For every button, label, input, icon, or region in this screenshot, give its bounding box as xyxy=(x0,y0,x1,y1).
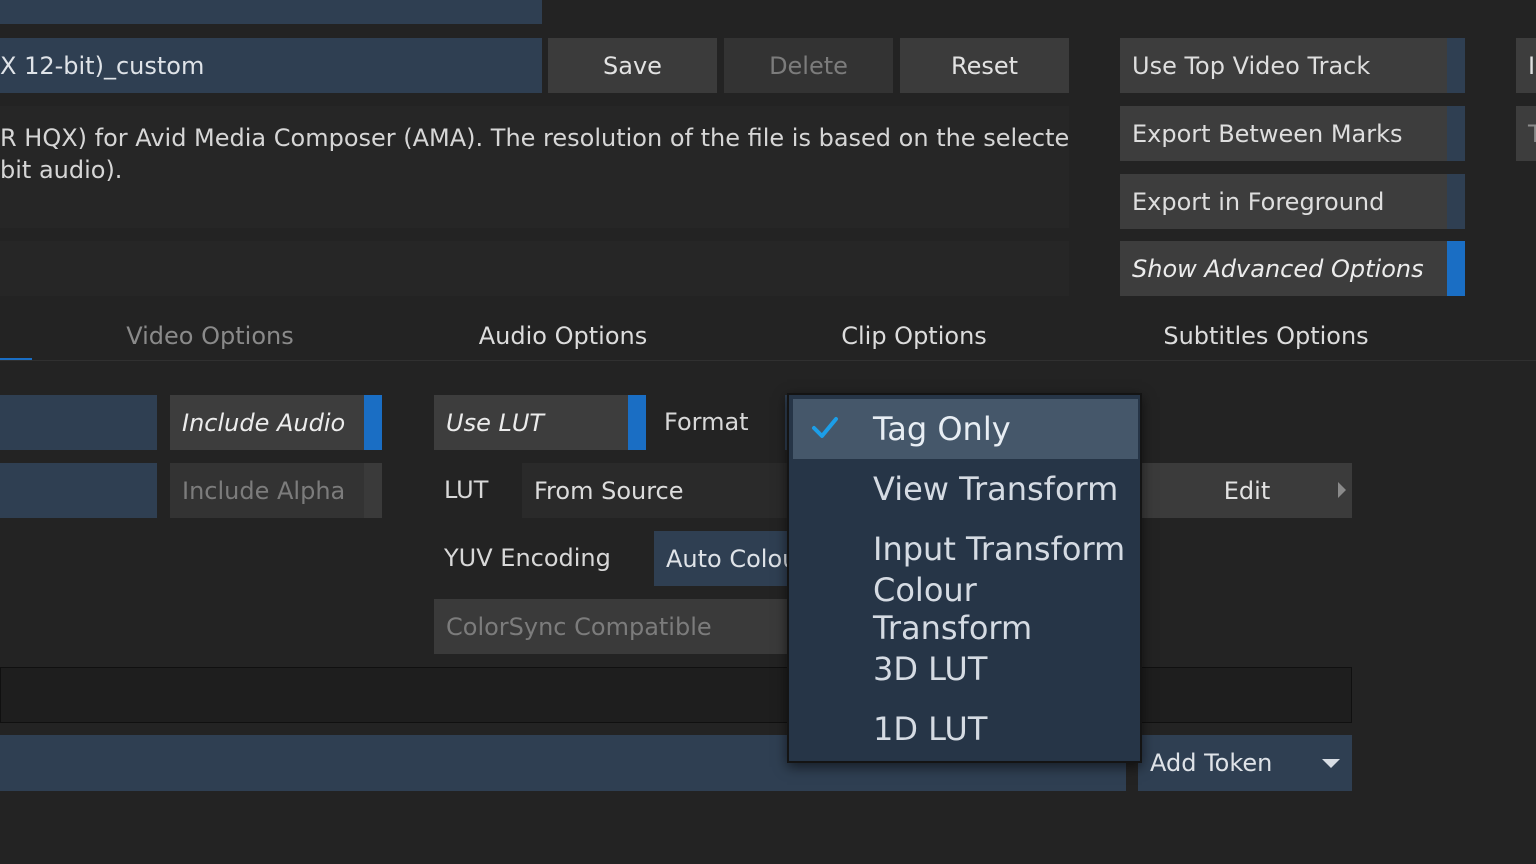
format-dropdown-menu: Tag Only View Transform Input Transform … xyxy=(787,393,1142,763)
lut-edit-label: Edit xyxy=(1223,476,1271,505)
tabs-divider xyxy=(0,360,1536,361)
include-audio-toggle[interactable]: Include Audio xyxy=(170,395,382,450)
edge-option-bottom-label: T xyxy=(1528,119,1536,148)
include-alpha-label: Include Alpha xyxy=(182,476,346,505)
chevron-right-icon xyxy=(1338,482,1346,498)
use-top-video-track-label: Use Top Video Track xyxy=(1132,51,1371,80)
show-advanced-options-label: Show Advanced Options xyxy=(1132,254,1424,283)
dropdown-item-tag-only[interactable]: Tag Only xyxy=(793,399,1138,459)
save-button[interactable]: Save xyxy=(548,38,717,93)
use-lut-toggle[interactable]: Use LUT xyxy=(434,395,646,450)
include-audio-label: Include Audio xyxy=(182,408,346,437)
lut-select-value: From Source xyxy=(534,476,684,505)
dropdown-item-label: 3D LUT xyxy=(873,650,988,688)
lut-label: LUT xyxy=(444,476,489,504)
yuv-encoding-select[interactable]: Auto Colou xyxy=(654,531,790,586)
checkmark-icon xyxy=(812,417,838,438)
add-token-dropdown[interactable]: Add Token xyxy=(1138,735,1352,791)
export-in-foreground-toggle[interactable]: Export in Foreground xyxy=(1120,174,1465,229)
description-extra-area xyxy=(0,241,1069,296)
export-between-marks-label: Export Between Marks xyxy=(1132,119,1403,148)
dropdown-item-label: View Transform xyxy=(873,470,1119,508)
export-between-marks-toggle[interactable]: Export Between Marks xyxy=(1120,106,1465,161)
output-preview-field xyxy=(0,667,1352,723)
show-advanced-options-toggle[interactable]: Show Advanced Options xyxy=(1120,241,1465,296)
dropdown-item-label: Colour Transform xyxy=(873,571,1033,647)
edge-option-top-label: I xyxy=(1528,51,1536,80)
left-field-1[interactable] xyxy=(0,395,157,450)
dropdown-item-input-transform[interactable]: Input Transform xyxy=(793,519,1138,579)
preset-name-value: X 12-bit)_custom xyxy=(0,51,205,80)
colorsync-compatible-toggle[interactable]: ColorSync Compatible xyxy=(434,599,790,654)
left-field-2[interactable] xyxy=(0,463,157,518)
dropdown-item-1d-lut[interactable]: 1D LUT xyxy=(793,699,1138,759)
description-line-1: R HQX) for Avid Media Composer (AMA). Th… xyxy=(0,124,1069,152)
tab-clip-options[interactable]: Clip Options xyxy=(764,316,1064,356)
use-top-video-track-toggle[interactable]: Use Top Video Track xyxy=(1120,38,1465,93)
description-line-2: bit audio). xyxy=(0,156,123,184)
dropdown-item-view-transform[interactable]: View Transform xyxy=(793,459,1138,519)
export-in-foreground-label: Export in Foreground xyxy=(1132,187,1385,216)
dropdown-item-label: Tag Only xyxy=(873,410,1011,448)
add-token-label: Add Token xyxy=(1150,749,1273,777)
dropdown-item-label: 1D LUT xyxy=(873,710,988,748)
edge-option-top[interactable]: I xyxy=(1516,38,1536,93)
format-label: Format xyxy=(664,408,749,436)
tab-subtitles-options[interactable]: Subtitles Options xyxy=(1116,316,1416,356)
caret-down-icon xyxy=(1322,759,1340,768)
edge-option-bottom[interactable]: T xyxy=(1516,106,1536,161)
lut-edit-button[interactable]: Edit xyxy=(1142,463,1352,518)
dropdown-item-3d-lut[interactable]: 3D LUT xyxy=(793,639,1138,699)
lut-select[interactable]: From Source xyxy=(522,463,790,518)
reset-button[interactable]: Reset xyxy=(900,38,1069,93)
dropdown-item-label: Input Transform xyxy=(873,530,1126,568)
dropdown-item-colour-transform[interactable]: Colour Transform xyxy=(793,571,1138,647)
preset-name-input[interactable]: X 12-bit)_custom xyxy=(0,38,542,93)
colorsync-compatible-label: ColorSync Compatible xyxy=(446,612,712,641)
tab-audio-options[interactable]: Audio Options xyxy=(413,316,713,356)
include-alpha-toggle[interactable]: Include Alpha xyxy=(170,463,382,518)
tab-video-options[interactable]: Video Options xyxy=(60,316,360,356)
use-lut-label: Use LUT xyxy=(446,408,545,437)
delete-button[interactable]: Delete xyxy=(724,38,893,93)
top-field[interactable] xyxy=(0,0,542,24)
yuv-encoding-value: Auto Colou xyxy=(666,544,790,573)
yuv-encoding-label: YUV Encoding xyxy=(444,544,611,572)
preset-description: R HQX) for Avid Media Composer (AMA). Th… xyxy=(0,106,1069,228)
